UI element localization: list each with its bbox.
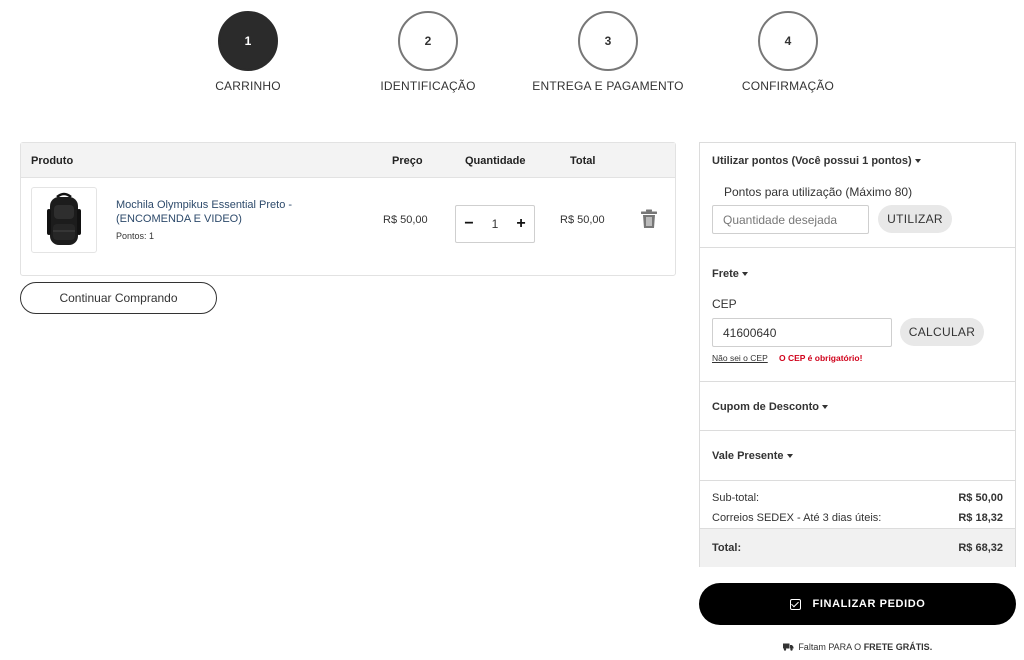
caret-down-icon [914, 159, 921, 164]
header-product: Produto [31, 155, 74, 167]
quantity-stepper: − 1 + [455, 205, 535, 243]
free-shipping-bold: FRETE GRÁTIS. [863, 642, 933, 652]
points-section: Utilizar pontos (Você possui 1 pontos) P… [700, 143, 1015, 248]
check-square-icon [789, 598, 801, 610]
step-3-circle: 3 [578, 11, 638, 71]
header-quantity: Quantidade [465, 155, 526, 167]
step-3: 3 ENTREGA E PAGAMENTO [528, 11, 688, 93]
product-thumbnail[interactable] [31, 187, 97, 253]
shipping-cost-row: Correios SEDEX - Até 3 dias úteis: R$ 18… [712, 512, 1003, 524]
quantity-value[interactable]: 1 [492, 217, 499, 231]
decrease-quantity-button[interactable]: − [462, 215, 476, 233]
backpack-icon [47, 192, 81, 245]
unknown-cep-link[interactable]: Não sei o CEP [712, 353, 768, 363]
order-summary-panel: Utilizar pontos (Você possui 1 pontos) P… [699, 142, 1016, 567]
gift-card-toggle[interactable]: Vale Presente [712, 450, 793, 462]
gift-card-title: Vale Presente [712, 450, 784, 462]
header-price: Preço [392, 155, 423, 167]
cep-input[interactable]: 41600640 [712, 318, 892, 347]
continue-shopping-button[interactable]: Continuar Comprando [20, 282, 217, 314]
product-price: R$ 50,00 [383, 214, 428, 226]
caret-down-icon [741, 272, 748, 277]
subtotal-value: R$ 50,00 [958, 492, 1003, 504]
step-2-label: IDENTIFICAÇÃO [380, 79, 476, 93]
shipping-title: Frete [712, 268, 739, 280]
cart-table-header: Produto Preço Quantidade Total [21, 143, 675, 178]
total-row: Total: R$ 68,32 [712, 542, 1003, 554]
shipping-section: Frete CEP 41600640 CALCULAR Não sei o CE… [700, 248, 1015, 382]
total-label: Total: [712, 542, 742, 554]
coupon-toggle[interactable]: Cupom de Desconto [712, 401, 828, 413]
finalize-order-label: FINALIZAR PEDIDO [812, 598, 926, 610]
increase-quantity-button[interactable]: + [514, 215, 528, 233]
subtotal-row: Sub-total: R$ 50,00 [712, 492, 1003, 504]
trash-icon[interactable] [640, 209, 658, 229]
calculate-shipping-button[interactable]: CALCULAR [900, 318, 984, 346]
total-band: Total: R$ 68,32 [700, 528, 1015, 567]
cep-error-message: O CEP é obrigatório! [779, 353, 863, 363]
step-2: 2 IDENTIFICAÇÃO [348, 11, 508, 93]
finalize-order-button[interactable]: FINALIZAR PEDIDO [699, 583, 1016, 625]
shipping-cost-value: R$ 18,32 [958, 512, 1003, 524]
free-shipping-notice: Faltam PARA O FRETE GRÁTIS. [699, 642, 1016, 652]
step-4-circle: 4 [758, 11, 818, 71]
gift-card-section: Vale Presente [700, 431, 1015, 481]
cep-label: CEP [712, 297, 737, 311]
cart-table: Produto Preço Quantidade Total Mochila O… [20, 142, 676, 276]
table-row: Mochila Olympikus Essential Preto - (ENC… [21, 178, 675, 276]
product-name-link[interactable]: Mochila Olympikus Essential Preto - (ENC… [116, 198, 316, 226]
use-points-button[interactable]: UTILIZAR [878, 205, 952, 233]
shipping-toggle[interactable]: Frete [712, 268, 748, 280]
coupon-title: Cupom de Desconto [712, 401, 819, 413]
product-total: R$ 50,00 [560, 214, 605, 226]
step-4: 4 CONFIRMAÇÃO [708, 11, 868, 93]
checkout-steps: 1 CARRINHO 2 IDENTIFICAÇÃO 3 ENTREGA E P… [0, 0, 1024, 110]
subtotal-label: Sub-total: [712, 492, 760, 504]
points-title: Utilizar pontos (Você possui 1 pontos) [712, 155, 912, 167]
product-points: Pontos: 1 [116, 231, 155, 241]
coupon-section: Cupom de Desconto [700, 382, 1015, 431]
step-1-label: CARRINHO [215, 79, 281, 93]
truck-icon [782, 643, 794, 651]
step-3-label: ENTREGA E PAGAMENTO [532, 79, 684, 93]
free-shipping-prefix: Faltam PARA O [798, 642, 862, 652]
step-1: 1 CARRINHO [168, 11, 328, 93]
points-input[interactable]: Quantidade desejada [712, 205, 869, 234]
caret-down-icon [821, 405, 828, 410]
total-value: R$ 68,32 [958, 542, 1003, 554]
points-label: Pontos para utilização (Máximo 80) [724, 185, 913, 199]
step-2-circle: 2 [398, 11, 458, 71]
step-1-circle: 1 [218, 11, 278, 71]
step-4-label: CONFIRMAÇÃO [741, 79, 835, 93]
points-toggle[interactable]: Utilizar pontos (Você possui 1 pontos) [712, 155, 921, 167]
shipping-cost-label: Correios SEDEX - Até 3 dias úteis: [712, 512, 882, 524]
header-total: Total [570, 155, 596, 167]
caret-down-icon [786, 454, 793, 459]
